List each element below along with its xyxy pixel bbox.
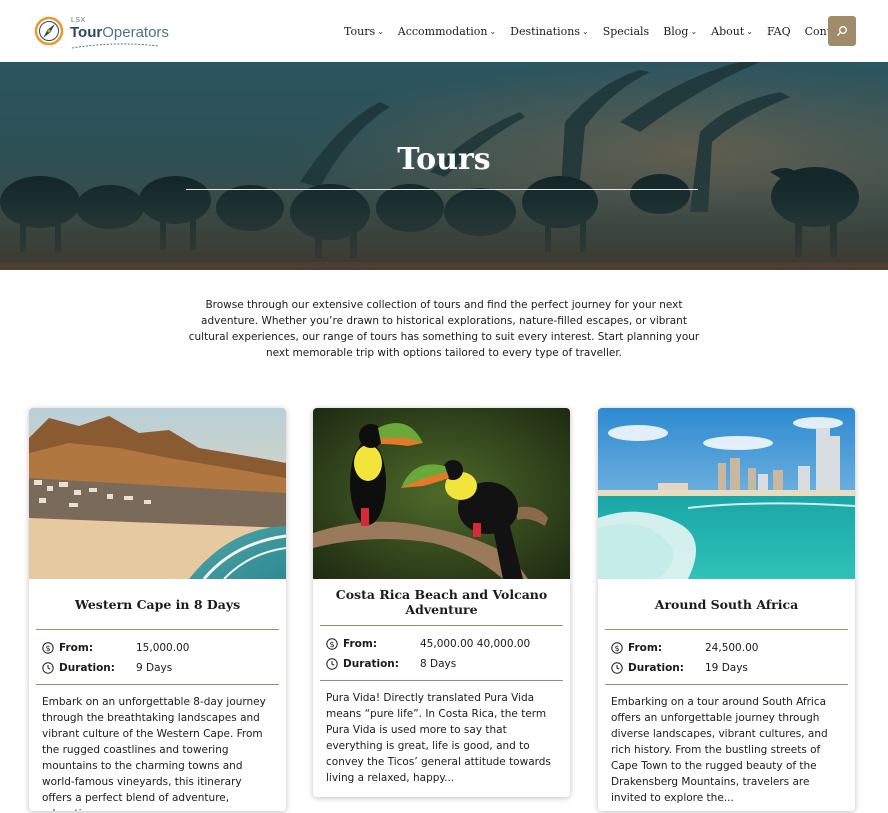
tour-image[interactable] — [313, 408, 570, 579]
duration-value: 9 Days — [136, 662, 173, 674]
tour-title[interactable]: Around South Africa — [598, 579, 855, 629]
clock-icon — [326, 658, 338, 670]
nav-item-tours[interactable]: Tours ⌄ — [344, 25, 384, 38]
tour-card-costa-rica[interactable]: Costa Rica Beach and Volcano Adventure $… — [313, 408, 570, 797]
price-label: From: — [59, 642, 94, 654]
nav-item-accommodation[interactable]: Accommodation ⌄ — [398, 25, 496, 38]
search-icon — [837, 26, 847, 36]
logo-swoosh — [71, 43, 159, 49]
price-value: 24,500.00 — [705, 642, 759, 654]
nav-label: Accommodation — [397, 24, 488, 38]
nav-label: Tours — [344, 24, 376, 38]
tour-card-south-africa[interactable]: Around South Africa $ From: 24,500.00 Du… — [598, 408, 855, 811]
nav-item-blog[interactable]: Blog ⌄ — [663, 25, 697, 38]
duration-row: Duration: 19 Days — [611, 658, 842, 678]
dollar-icon: $ — [611, 642, 623, 654]
compass-icon — [34, 16, 64, 46]
clock-icon — [611, 662, 623, 674]
duration-label: Duration: — [628, 662, 684, 674]
price-value: 15,000.00 — [136, 642, 190, 654]
price-row: $ From: 15,000.00 — [42, 638, 273, 658]
chevron-down-icon: ⌄ — [690, 26, 698, 36]
duration-value: 19 Days — [705, 662, 748, 674]
site-header: LSX TourOperators Tours ⌄ Accommodation ⌄ … — [0, 0, 888, 62]
tour-title[interactable]: Costa Rica Beach and Volcano Adventure — [313, 579, 570, 625]
nav-label: Destinations — [510, 24, 580, 38]
logo-word-2: Operators — [102, 24, 169, 41]
logo-small-text: LSX — [71, 17, 86, 24]
price-label: From: — [628, 642, 663, 654]
intro-text: Browse through our extensive collection … — [188, 299, 700, 359]
page-title: Tours — [397, 142, 491, 177]
nav-item-destinations[interactable]: Destinations ⌄ — [510, 25, 589, 38]
chevron-down-icon: ⌄ — [489, 26, 497, 36]
tour-description: Pura Vida! Directly translated Pura Vida… — [326, 692, 551, 784]
tour-meta: $ From: 24,500.00 Duration: 19 Days — [598, 630, 855, 684]
logo-wordmark: TourOperators — [70, 24, 169, 41]
chevron-down-icon: ⌄ — [377, 26, 384, 36]
logo-word-1: Tour — [70, 24, 103, 41]
dollar-icon: $ — [42, 642, 54, 654]
duration-row: Duration: 8 Days — [326, 654, 557, 674]
nav-label: FAQ — [766, 24, 791, 38]
tour-title[interactable]: Western Cape in 8 Days — [29, 579, 286, 629]
duration-row: Duration: 9 Days — [42, 658, 273, 678]
price-label: From: — [343, 638, 378, 650]
nav-item-faq[interactable]: FAQ — [767, 25, 791, 38]
duration-label: Duration: — [343, 658, 399, 670]
nav-label: About — [711, 24, 745, 38]
search-button[interactable] — [828, 16, 856, 46]
price-value: 45,000.00 40,000.00 — [420, 638, 531, 650]
site-logo[interactable]: LSX TourOperators — [30, 13, 169, 51]
nav-label: Blog — [663, 24, 689, 38]
tour-description: Embarking on a tour around South Africa … — [611, 696, 828, 804]
svg-text:$: $ — [329, 640, 334, 649]
tour-image[interactable] — [598, 408, 855, 579]
hero-bottom-band — [0, 262, 888, 270]
tour-meta: $ From: 45,000.00 40,000.00 Duration: 8 … — [313, 626, 570, 680]
title-underline — [186, 189, 698, 190]
hero-banner: Tours — [0, 62, 888, 262]
chevron-down-icon: ⌄ — [746, 26, 753, 36]
nav-item-about[interactable]: About ⌄ — [711, 25, 753, 38]
tour-image[interactable] — [29, 408, 286, 579]
clock-icon — [42, 662, 54, 674]
svg-text:$: $ — [45, 644, 50, 653]
nav-item-specials[interactable]: Specials — [603, 25, 650, 38]
price-row: $ From: 24,500.00 — [611, 638, 842, 658]
tour-photo-toucans — [313, 408, 570, 579]
chevron-down-icon: ⌄ — [581, 26, 589, 36]
tour-description: Embark on an unforgettable 8-day journey… — [42, 696, 266, 811]
tour-photo-coast — [29, 408, 286, 579]
dollar-icon: $ — [326, 638, 338, 650]
nav-label: Specials — [602, 24, 650, 38]
svg-text:$: $ — [614, 644, 619, 653]
price-row: $ From: 45,000.00 40,000.00 — [326, 634, 557, 654]
tour-meta: $ From: 15,000.00 Duration: 9 Days — [29, 630, 286, 684]
tour-photo-city-beach — [598, 408, 855, 579]
duration-value: 8 Days — [420, 658, 457, 670]
tour-card-western-cape[interactable]: Western Cape in 8 Days $ From: 15,000.00… — [29, 408, 286, 811]
duration-label: Duration: — [59, 662, 115, 674]
main-nav: Tours ⌄ Accommodation ⌄ Destinations ⌄ Spec… — [344, 0, 871, 62]
